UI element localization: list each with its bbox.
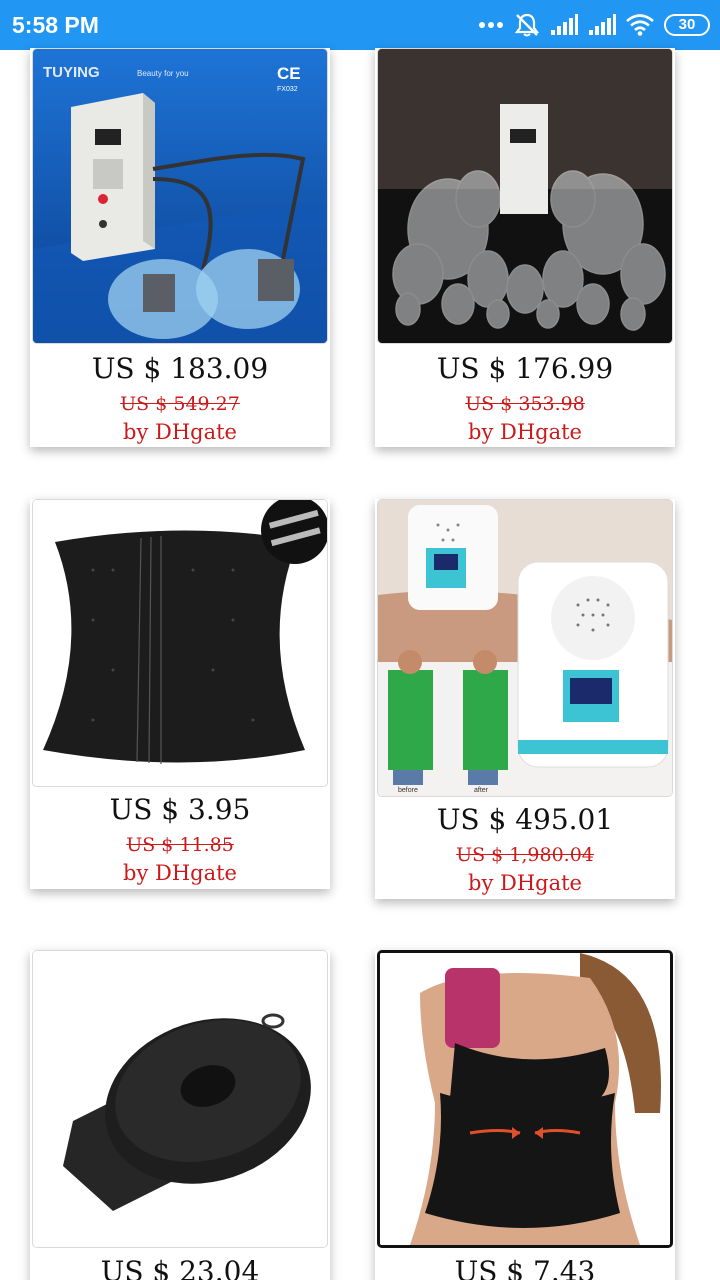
signal-icon <box>551 14 578 35</box>
original-price: US $ 11.85 <box>126 834 234 856</box>
product-image[interactable] <box>32 499 328 787</box>
vacuum-machine-image: TUYING Beauty for you CE FX032 <box>33 49 327 343</box>
product-image[interactable]: before after <box>377 499 673 797</box>
before-label: before <box>398 787 418 794</box>
product-card[interactable]: US $ 176.99 US $ 353.98 by DHgate <box>375 48 675 447</box>
seller-label[interactable]: by DHgate <box>30 861 330 885</box>
ce-mark: CE <box>277 64 301 83</box>
woman-waist-trainer-image <box>380 953 670 1245</box>
product-price: US $ 495.01 <box>436 803 614 836</box>
original-price: US $ 549.27 <box>120 393 240 415</box>
seller-label[interactable]: by DHgate <box>30 420 330 444</box>
product-price: US $ 23.04 <box>100 1255 260 1280</box>
product-image[interactable] <box>32 950 328 1248</box>
battery-icon: 30 <box>664 14 710 36</box>
more-dots-icon <box>479 22 503 28</box>
seller-label[interactable]: by DHgate <box>375 420 675 444</box>
status-bar: 5:58 PM 30 <box>0 0 720 50</box>
brand-logo: TUYING <box>43 64 100 81</box>
product-image[interactable]: TUYING Beauty for you CE FX032 <box>32 48 328 344</box>
product-image[interactable] <box>377 950 673 1248</box>
original-price: US $ 353.98 <box>465 393 585 415</box>
cupping-set-image <box>378 49 672 343</box>
product-card[interactable]: TUYING Beauty for you CE FX032 US $ 183.… <box>30 48 330 447</box>
product-card[interactable]: US $ 23.04 <box>30 950 330 1280</box>
model-label: FX032 <box>277 86 298 93</box>
waist-trainer-image <box>33 500 327 786</box>
product-price: US $ 7.43 <box>454 1255 596 1280</box>
signal-icon <box>589 14 616 35</box>
product-price: US $ 183.09 <box>91 352 269 385</box>
product-card[interactable]: US $ 7.43 <box>375 950 675 1280</box>
product-card[interactable]: before after US $ 495.01 US $ 1,980.04 b… <box>375 499 675 899</box>
wifi-icon <box>626 14 654 36</box>
product-image[interactable] <box>377 48 673 344</box>
fat-freezing-machine-image: before after <box>378 500 672 796</box>
mute-icon <box>514 13 540 37</box>
status-time: 5:58 PM <box>12 12 99 38</box>
original-price: US $ 1,980.04 <box>456 844 594 866</box>
brand-tagline: Beauty for you <box>137 69 189 78</box>
product-price: US $ 176.99 <box>436 352 614 385</box>
seller-label[interactable]: by DHgate <box>375 871 675 895</box>
product-card[interactable]: US $ 3.95 US $ 11.85 by DHgate <box>30 499 330 889</box>
status-icons: 30 <box>478 10 710 40</box>
product-price: US $ 3.95 <box>109 793 251 826</box>
seat-cushion-image <box>33 951 327 1247</box>
after-label: after <box>474 787 489 794</box>
